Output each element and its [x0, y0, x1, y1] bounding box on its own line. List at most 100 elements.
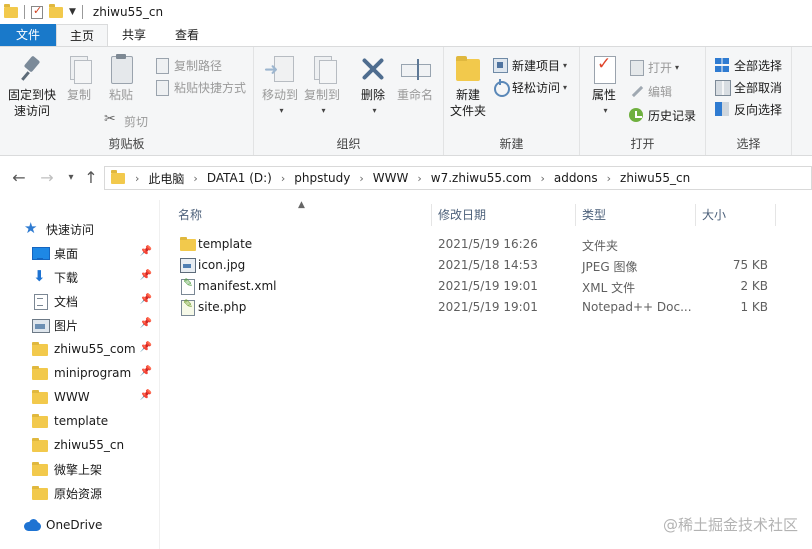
- open-icon: [628, 59, 644, 76]
- easy-access-label: 轻松访问: [512, 80, 561, 95]
- folder-icon: [32, 462, 48, 476]
- tab-file[interactable]: 文件: [0, 24, 56, 46]
- easy-access-chevron-icon: ▾: [563, 82, 568, 92]
- breadcrumb-phpstudy[interactable]: phpstudy: [294, 171, 350, 185]
- nav-onedrive[interactable]: OneDrive: [24, 514, 182, 536]
- column-header-name[interactable]: 名称: [172, 204, 432, 226]
- cut-button[interactable]: 剪切: [104, 111, 148, 131]
- column-header-type[interactable]: 类型: [576, 204, 696, 226]
- nav-item-weiqing[interactable]: 微擎上架: [32, 458, 158, 480]
- new-folder-quick-icon[interactable]: [49, 3, 63, 18]
- copy-path-button[interactable]: 复制路径: [154, 55, 222, 75]
- edit-button[interactable]: 编辑: [628, 81, 672, 101]
- pin-quick-access-button[interactable]: 固定到快 速访问: [6, 53, 58, 119]
- tab-share[interactable]: 共享: [108, 24, 160, 46]
- easy-access-button[interactable]: 轻松访问 ▾: [492, 77, 567, 97]
- breadcrumb-drive[interactable]: DATA1 (D:): [207, 171, 272, 185]
- nav-item-desktop[interactable]: 桌面 📌: [32, 242, 158, 264]
- navigation-bar: ← → ▾ ↑ › 此电脑 › DATA1 (D:) › phpstudy › …: [0, 162, 812, 194]
- copy-to-button[interactable]: 复制到 ▾: [302, 53, 342, 119]
- select-none-icon: [714, 79, 731, 96]
- nav-item-label: 文档: [54, 294, 79, 309]
- move-to-icon: [264, 53, 296, 85]
- pin-icon[interactable]: 📌: [140, 342, 152, 353]
- copy-label: 复制: [66, 88, 91, 102]
- up-arrow-icon[interactable]: ↑: [82, 168, 100, 188]
- nav-item-miniprogram[interactable]: miniprogram 📌: [32, 362, 158, 384]
- pin-icon[interactable]: 📌: [140, 294, 152, 305]
- column-header-size[interactable]: 大小: [696, 204, 776, 226]
- forward-arrow-icon[interactable]: →: [38, 168, 56, 188]
- properties-quick-icon[interactable]: [31, 4, 43, 19]
- tab-view[interactable]: 查看: [160, 24, 214, 46]
- breadcrumb-this-pc[interactable]: 此电脑: [148, 170, 184, 187]
- tab-home[interactable]: 主页: [56, 24, 108, 46]
- nav-item-zhiwu55-cn[interactable]: zhiwu55_cn: [32, 434, 158, 456]
- delete-button[interactable]: 删除 ▾: [356, 53, 390, 119]
- open-button[interactable]: 打开 ▾: [628, 57, 679, 77]
- breadcrumb-separator-icon[interactable]: ›: [135, 172, 139, 185]
- breadcrumb-separator-icon[interactable]: ›: [193, 172, 197, 185]
- paste-shortcut-icon: [154, 79, 170, 96]
- table-row[interactable]: template 2021/5/19 16:26 文件夹: [172, 234, 778, 255]
- table-row[interactable]: site.php 2021/5/19 19:01 Notepad++ Doc..…: [172, 297, 778, 318]
- nav-item-documents[interactable]: 文档 📌: [32, 290, 158, 312]
- rename-button[interactable]: 重命名: [394, 53, 436, 103]
- history-icon: [628, 107, 644, 123]
- pin-icon[interactable]: 📌: [140, 318, 152, 329]
- pin-icon[interactable]: 📌: [140, 390, 152, 401]
- new-folder-button[interactable]: 新建 文件夹: [448, 53, 488, 119]
- column-header-modified[interactable]: 修改日期: [432, 204, 576, 226]
- back-arrow-icon[interactable]: ←: [10, 168, 28, 188]
- nav-item-source-resources[interactable]: 原始资源: [32, 482, 158, 504]
- breadcrumb-site[interactable]: w7.zhiwu55.com: [431, 171, 532, 185]
- breadcrumb-current[interactable]: zhiwu55_cn: [620, 171, 690, 185]
- copy-button[interactable]: 复制: [62, 53, 96, 103]
- toolbar-separator: [81, 5, 83, 19]
- pin-quick-access-label: 固定到快 速访问: [7, 88, 56, 118]
- breadcrumb-separator-icon[interactable]: ›: [607, 172, 611, 185]
- table-row[interactable]: manifest.xml 2021/5/19 19:01 XML 文件 2 KB: [172, 276, 778, 297]
- breadcrumb-www[interactable]: WWW: [373, 171, 409, 185]
- pin-icon: [16, 53, 48, 85]
- folder-icon: [111, 169, 125, 184]
- breadcrumb-separator-icon[interactable]: ›: [359, 172, 363, 185]
- nav-item-downloads[interactable]: 下载 📌: [32, 266, 158, 288]
- move-to-button[interactable]: 移动到 ▾: [260, 53, 300, 119]
- pin-icon[interactable]: 📌: [140, 246, 152, 257]
- invert-selection-button[interactable]: 反向选择: [714, 99, 782, 119]
- nav-quick-access[interactable]: 快速访问: [24, 218, 182, 240]
- history-button[interactable]: 历史记录: [628, 105, 696, 125]
- new-item-button[interactable]: 新建项目 ▾: [492, 55, 567, 75]
- select-all-button[interactable]: 全部选择: [714, 55, 782, 75]
- file-name: icon.jpg: [198, 258, 246, 272]
- properties-button[interactable]: 属性 ▾: [586, 53, 622, 119]
- quick-access-toolbar: ▼: [0, 3, 83, 19]
- watermark: @稀土掘金技术社区: [662, 516, 798, 534]
- pin-icon[interactable]: 📌: [140, 270, 152, 281]
- paste-shortcut-button[interactable]: 粘贴快捷方式: [154, 77, 246, 97]
- breadcrumb-separator-icon[interactable]: ›: [281, 172, 285, 185]
- properties-label: 属性: [591, 88, 616, 102]
- file-size: 1 KB: [740, 300, 768, 314]
- nav-item-template[interactable]: template: [32, 410, 158, 432]
- select-none-button[interactable]: 全部取消: [714, 77, 782, 97]
- folder-icon: [32, 486, 48, 500]
- nav-item-pictures[interactable]: 图片 📌: [32, 314, 158, 336]
- file-name: site.php: [198, 300, 247, 314]
- invert-selection-icon: [714, 101, 730, 117]
- documents-icon: [32, 294, 48, 310]
- pin-icon[interactable]: 📌: [140, 366, 152, 377]
- breadcrumb-addons[interactable]: addons: [554, 171, 598, 185]
- table-row[interactable]: icon.jpg 2021/5/18 14:53 JPEG 图像 75 KB: [172, 255, 778, 276]
- paste-button[interactable]: 粘贴: [104, 53, 138, 103]
- breadcrumb-separator-icon[interactable]: ›: [417, 172, 421, 185]
- address-bar[interactable]: › 此电脑 › DATA1 (D:) › phpstudy › WWW › w7…: [104, 166, 812, 190]
- breadcrumb-separator-icon[interactable]: ›: [540, 172, 544, 185]
- customize-toolbar-chevron-icon[interactable]: ▼: [69, 7, 76, 17]
- nav-item-www[interactable]: WWW 📌: [32, 386, 158, 408]
- file-type: JPEG 图像: [582, 260, 638, 274]
- open-group-label: 打开: [630, 137, 655, 151]
- recent-locations-chevron-icon[interactable]: ▾: [62, 168, 80, 188]
- nav-item-zhiwu55-com[interactable]: zhiwu55_com 📌: [32, 338, 158, 360]
